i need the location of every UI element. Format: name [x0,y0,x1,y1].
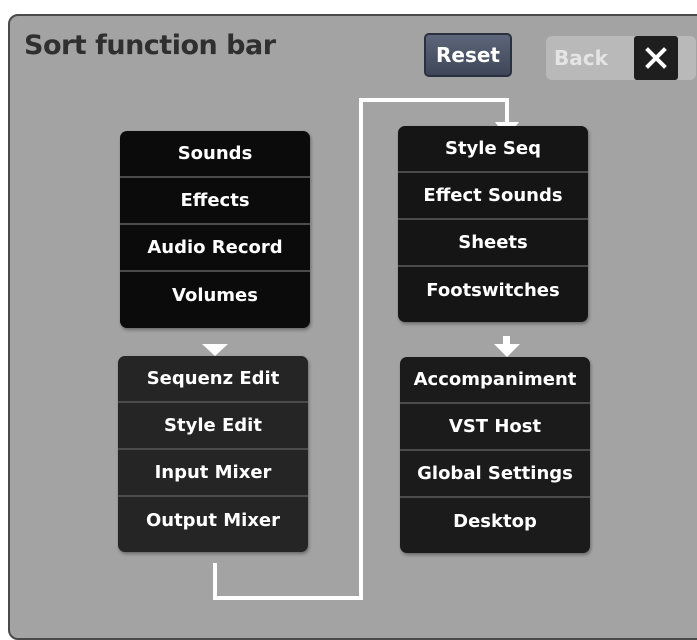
function-group-2: Sequenz Edit Style Edit Input Mixer Outp… [118,356,308,552]
function-item-sequenz-edit[interactable]: Sequenz Edit [118,356,308,403]
function-group-4: Accompaniment VST Host Global Settings D… [400,357,590,553]
function-item-global-settings[interactable]: Global Settings [400,451,590,498]
function-item-audio-record[interactable]: Audio Record [120,225,310,272]
back-button[interactable]: Back [554,36,608,80]
function-item-sheets[interactable]: Sheets [398,220,588,267]
function-group-3: Style Seq Effect Sounds Sheets Footswitc… [398,126,588,322]
function-item-output-mixer[interactable]: Output Mixer [118,497,308,544]
function-item-input-mixer[interactable]: Input Mixer [118,450,308,497]
function-item-accompaniment[interactable]: Accompaniment [400,357,590,404]
close-icon [645,47,667,69]
function-item-volumes[interactable]: Volumes [120,272,310,319]
function-item-vst-host[interactable]: VST Host [400,404,590,451]
back-close-group: Back [546,36,696,80]
sort-function-bar-dialog: Sort function bar Reset Back [8,14,697,640]
function-group-1: Sounds Effects Audio Record Volumes [120,131,310,328]
function-item-effect-sounds[interactable]: Effect Sounds [398,173,588,220]
function-item-style-seq[interactable]: Style Seq [398,126,588,173]
dialog-title: Sort function bar [24,30,276,61]
function-item-footswitches[interactable]: Footswitches [398,267,588,314]
function-item-style-edit[interactable]: Style Edit [118,403,308,450]
function-item-sounds[interactable]: Sounds [120,131,310,178]
close-button[interactable] [634,36,678,80]
function-item-desktop[interactable]: Desktop [400,498,590,545]
function-item-effects[interactable]: Effects [120,178,310,225]
reset-button[interactable]: Reset [424,33,512,77]
